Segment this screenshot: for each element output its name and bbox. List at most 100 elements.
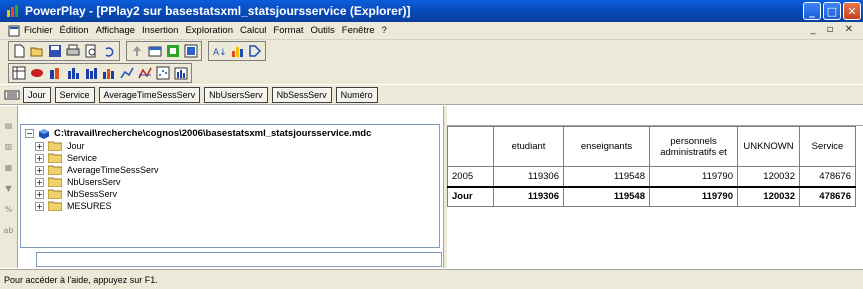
dimension-nbsessserv[interactable]: NbSessServ [271,86,332,103]
menu-fenetre[interactable]: Fenêtre [342,25,375,36]
print-preview-icon[interactable] [83,43,99,59]
tree-node-service[interactable]: + Service [35,152,435,164]
tree-node-mesures[interactable]: + MESURES [35,200,435,212]
table-cell: 478676 [799,185,856,207]
minimize-button[interactable]: _ [803,2,821,20]
mdi-window-controls[interactable]: _ ▫ ✕ [810,24,857,35]
columns-icon[interactable]: ▥ [2,139,16,153]
layers-icon[interactable]: ▦ [2,160,16,174]
expand-icon[interactable]: + [35,201,44,211]
tree-secondary-panel[interactable] [36,252,442,267]
filter-icon[interactable] [165,43,181,59]
tree-node-averagetimesessserv[interactable]: + AverageTimeSessServ [35,164,435,176]
scatter-icon[interactable] [155,65,171,81]
table-cell: 119306 [493,185,564,207]
filter-funnel-icon[interactable]: ▼ [2,181,16,195]
expand-icon[interactable]: + [35,165,44,175]
tree-node-label: AverageTimeSessServ [67,165,159,175]
undo-icon[interactable] [101,43,117,59]
dimension-line: Jour Service AverageTimeSessServ NbUsers… [0,85,863,105]
rank-icon[interactable] [229,43,245,59]
refresh-icon[interactable] [247,43,263,59]
new-icon[interactable] [11,43,27,59]
dimension-viewer-tree[interactable]: − C:\travail\recherche\cognos\2006\bases… [20,124,440,248]
menu-exploration[interactable]: Exploration [185,25,233,36]
dimension-service[interactable]: Service [54,86,95,103]
table-cell: 478676 [799,166,856,187]
cube-icon [39,128,49,139]
expand-icon[interactable]: + [35,189,44,199]
document-icon[interactable] [8,25,20,37]
dimension-averagetimesessserv[interactable]: AverageTimeSessServ [98,86,201,103]
dimension-jour[interactable]: Jour [23,86,51,103]
dimension-line-icon [4,90,20,99]
find-icon[interactable]: ab [2,223,16,237]
print-icon[interactable] [65,43,81,59]
status-bar: Pour accéder à l'aide, appuyez sur F1. [0,269,863,289]
tree-root-label: C:\travail\recherche\cognos\2006\basesta… [54,128,372,139]
column-header[interactable]: enseignants [563,126,650,167]
menu-outils[interactable]: Outils [311,25,335,36]
dimension-numero[interactable]: Numéro [335,86,378,103]
crosstab-report: etudiant enseignants personnels administ… [447,125,863,268]
menu-format[interactable]: Format [273,25,303,36]
correlation-icon[interactable] [137,65,153,81]
table-cell: 119548 [563,185,650,207]
menu-affichage[interactable]: Affichage [96,25,135,36]
status-text: Pour accéder à l'aide, appuyez sur F1. [4,274,158,285]
multi-bar-icon[interactable] [173,65,189,81]
menu-fichier[interactable]: Fichier [24,25,53,36]
table-row: 2005 119306 119548 119790 120032 478676 [447,166,856,187]
line-icon[interactable] [119,65,135,81]
expand-icon[interactable]: + [35,153,44,163]
tree-node-label: Jour [67,141,85,151]
column-header[interactable]: etudiant [493,126,564,167]
tree-node-nbsessserv[interactable]: + NbSessServ [35,188,435,200]
window-title: PowerPlay - [PPlay2 sur basestatsxml_sta… [25,4,411,18]
column-header[interactable]: Service [799,126,856,167]
column-header[interactable]: UNKNOWN [737,126,800,167]
crosstab-table: etudiant enseignants personnels administ… [447,126,856,207]
menu-edition[interactable]: Édition [60,25,89,36]
3d-bar-icon[interactable] [47,65,63,81]
crosstab-icon[interactable] [11,65,27,81]
bar-icon[interactable] [65,65,81,81]
folder-icon [48,189,62,199]
column-header[interactable]: personnels administratifs et [649,126,738,167]
expand-icon[interactable]: + [35,177,44,187]
title-bar[interactable]: PowerPlay - [PPlay2 sur basestatsxml_sta… [0,0,863,22]
save-icon[interactable] [47,43,63,59]
drill-down-icon[interactable] [147,43,163,59]
sort-icon[interactable]: A↓ [211,43,227,59]
menu-bar: Fichier Édition Affichage Insertion Expl… [0,22,863,40]
svg-text:A↓: A↓ [213,48,226,58]
tree-root[interactable]: − C:\travail\recherche\cognos\2006\bases… [25,127,435,140]
drill-up-icon[interactable] [129,43,145,59]
menu-help[interactable]: ? [382,25,387,36]
maximize-button[interactable]: □ [823,2,841,20]
expand-icon[interactable]: + [35,141,44,151]
close-button[interactable]: ✕ [843,2,861,20]
row-header[interactable]: Jour [447,185,494,207]
folder-icon [48,177,62,187]
collapse-icon[interactable]: − [25,129,34,138]
swap-icon[interactable] [183,43,199,59]
table-cell: 120032 [737,185,800,207]
tree-node-label: MESURES [67,201,112,211]
tree-node-nbusersserv[interactable]: + NbUsersServ [35,176,435,188]
clustered-bar-icon[interactable] [101,65,117,81]
menu-insertion[interactable]: Insertion [142,25,178,36]
row-header[interactable]: 2005 [447,166,494,187]
calculation-icon[interactable]: % [2,202,16,216]
folder-icon [48,201,62,211]
folder-icon [48,165,62,175]
table-cell: 119790 [649,185,738,207]
standard-toolbar: A↓ [0,40,863,62]
dimension-nbusersserv[interactable]: NbUsersServ [204,86,268,103]
tree-node-jour[interactable]: + Jour [35,140,435,152]
open-icon[interactable] [29,43,45,59]
rows-icon[interactable]: ▤ [2,118,16,132]
stacked-bar-icon[interactable] [83,65,99,81]
pie-icon[interactable] [29,65,45,81]
menu-calcul[interactable]: Calcul [240,25,266,36]
